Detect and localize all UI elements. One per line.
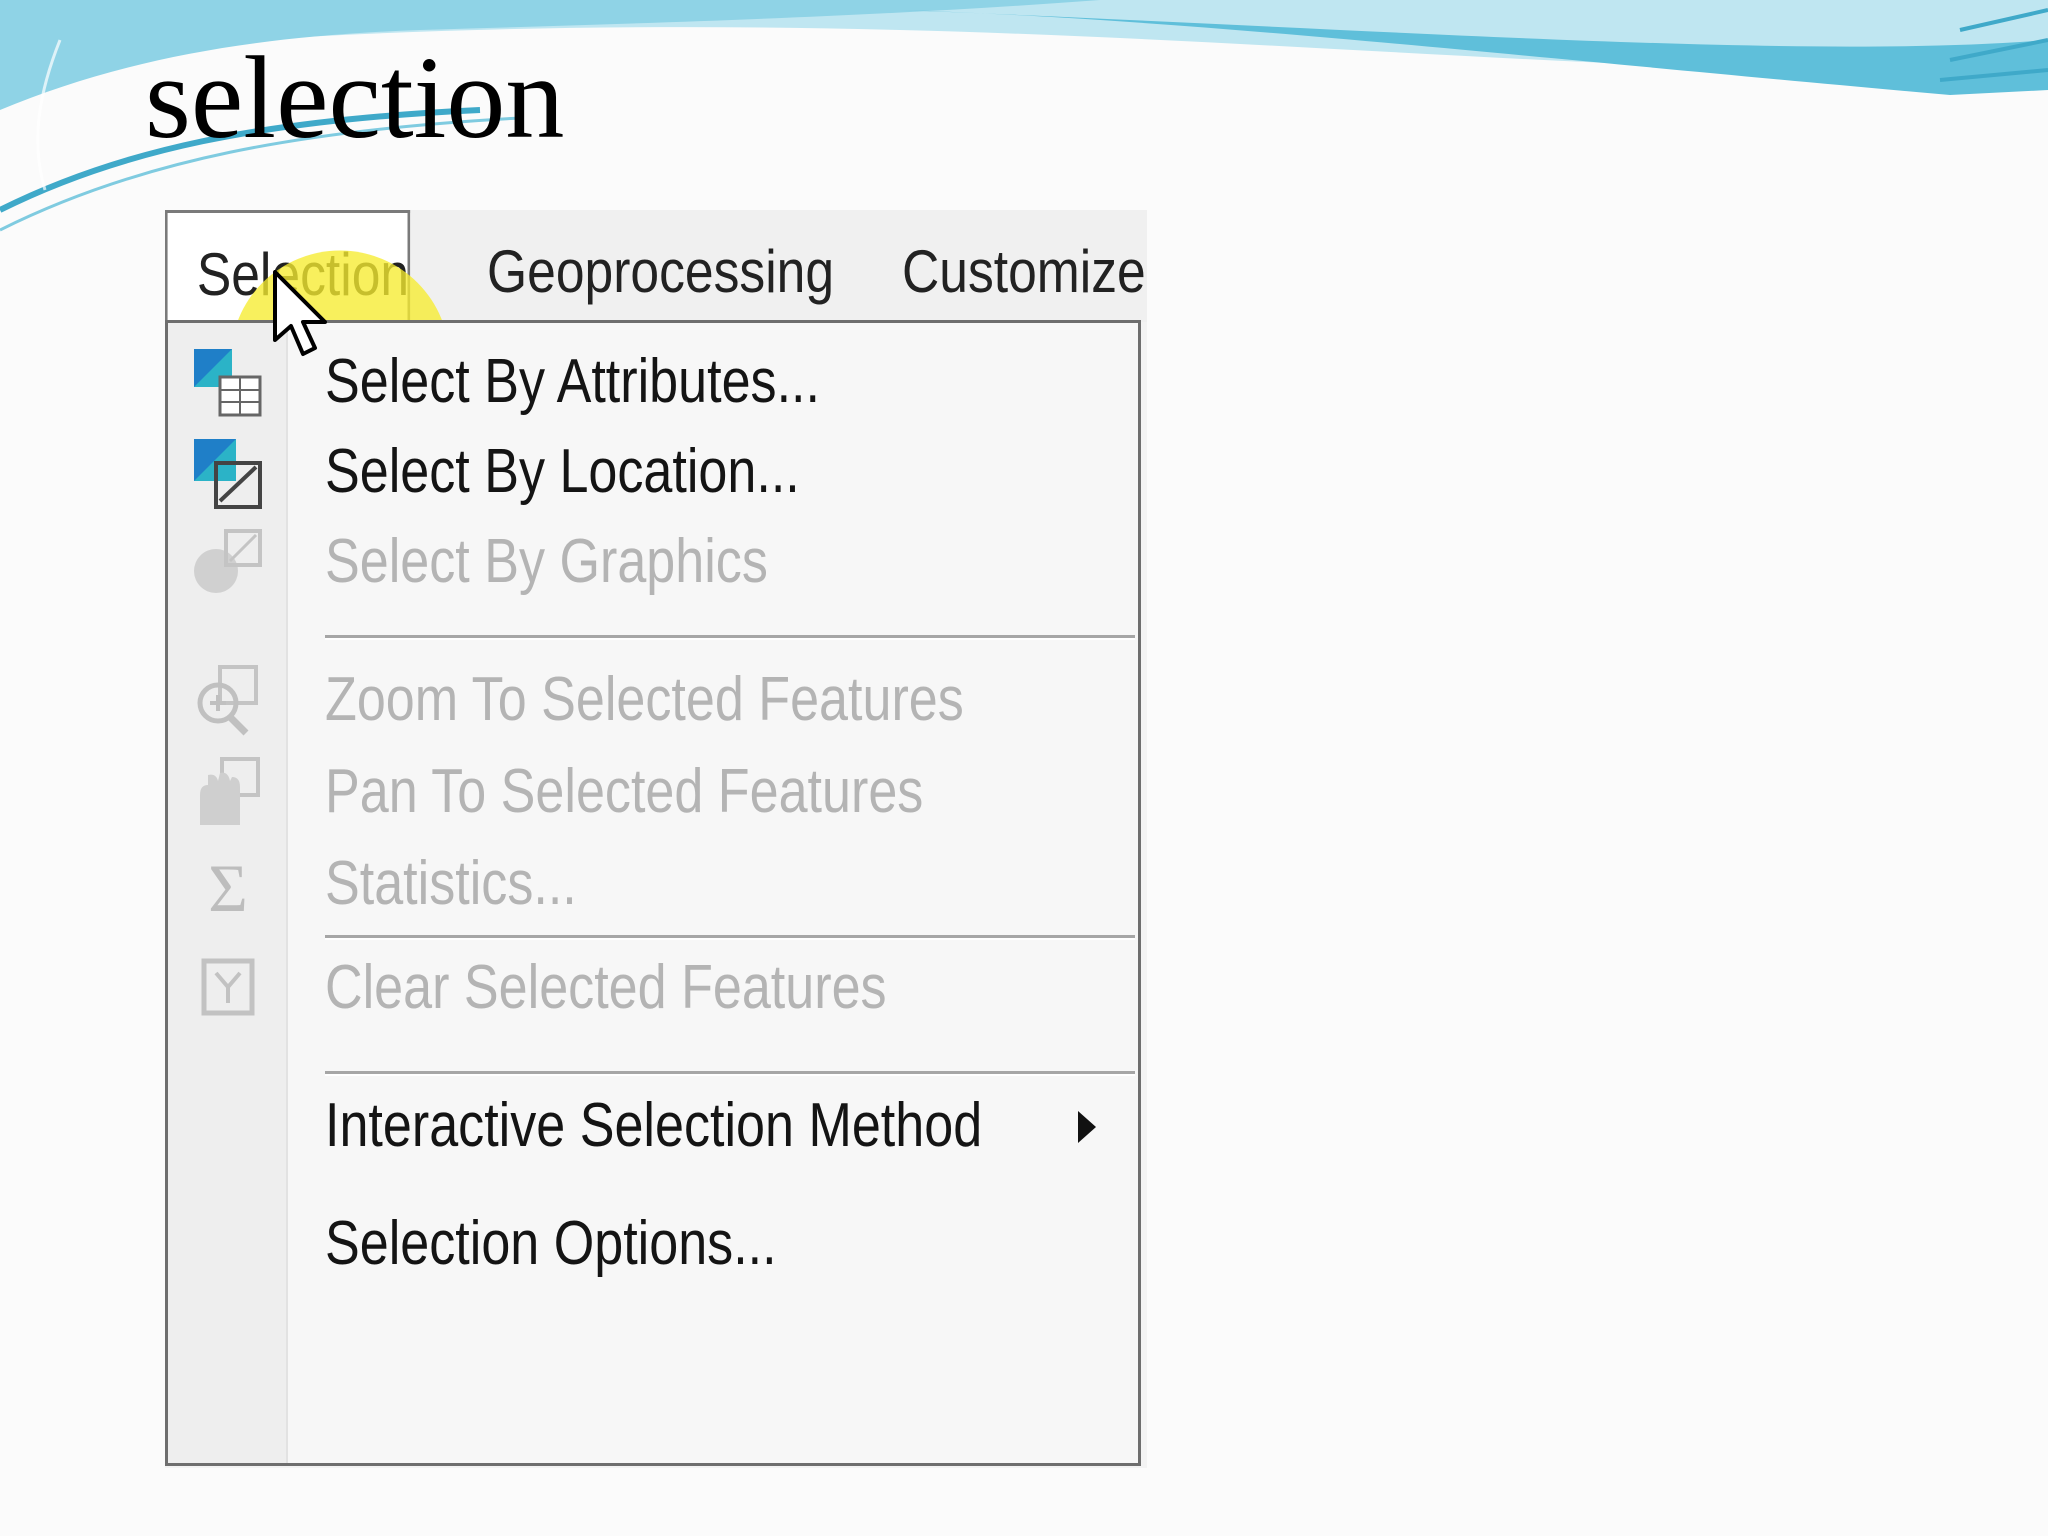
slide-title: selection bbox=[145, 32, 565, 163]
select-by-graphics-icon bbox=[194, 529, 262, 593]
sigma-icon: Σ bbox=[208, 850, 248, 923]
menu-customize[interactable]: Customize bbox=[902, 210, 1146, 322]
menu-item-interactive-selection-method[interactable]: Interactive Selection Method bbox=[168, 1067, 1138, 1185]
menu-item-label: Statistics... bbox=[325, 849, 577, 918]
menu-item-label: Selection Options... bbox=[325, 1209, 777, 1278]
pan-to-selected-icon bbox=[200, 757, 260, 825]
menu-item-label: Clear Selected Features bbox=[325, 953, 887, 1022]
select-by-location-icon bbox=[194, 439, 262, 509]
select-by-attributes-icon bbox=[194, 349, 262, 417]
menu-separator bbox=[325, 635, 1135, 640]
menu-item-statistics[interactable]: Σ Statistics... bbox=[168, 825, 1138, 943]
menu-geoprocessing[interactable]: Geoprocessing bbox=[487, 210, 834, 322]
svg-text:Σ: Σ bbox=[208, 850, 248, 923]
zoom-to-selected-icon bbox=[197, 665, 258, 736]
mouse-cursor-icon bbox=[273, 270, 327, 356]
clear-selection-icon bbox=[201, 958, 255, 1016]
menu-item-selection-options[interactable]: Selection Options... bbox=[168, 1185, 1138, 1303]
arcmap-menu-screenshot: Selection Geoprocessing Customize Select… bbox=[165, 210, 1147, 1468]
selection-dropdown-menu: Select By Attributes... Select By Locati… bbox=[165, 320, 1141, 1466]
menu-item-label: Interactive Selection Method bbox=[325, 1091, 983, 1160]
menu-item-select-by-graphics[interactable]: Select By Graphics bbox=[168, 503, 1138, 621]
menu-item-label: Select By Graphics bbox=[325, 527, 768, 596]
submenu-arrow-icon bbox=[1078, 1111, 1096, 1143]
menu-item-clear-selected[interactable]: Clear Selected Features bbox=[168, 929, 1138, 1047]
